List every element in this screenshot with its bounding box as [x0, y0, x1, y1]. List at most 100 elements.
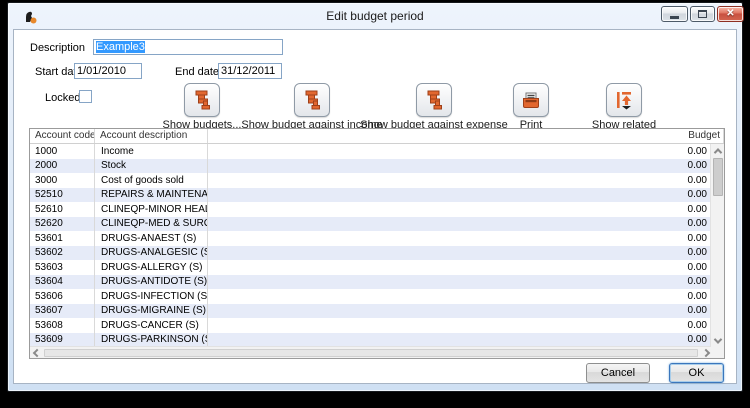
maximize-button[interactable]	[690, 6, 715, 22]
start-date-input[interactable]: 1/01/2010	[74, 63, 142, 79]
printer-tray-icon	[523, 92, 539, 108]
account-code-cell: 53607	[30, 303, 95, 318]
locked-label: Locked	[45, 92, 81, 104]
column-header-account-description[interactable]: Account description	[95, 129, 208, 143]
table-row[interactable]: 52620 CLINEQP-MED & SURG INST 0.00	[30, 216, 710, 232]
chevron-right-icon	[701, 348, 710, 357]
filler-cell	[208, 260, 630, 275]
start-date-value: 1/01/2010	[77, 65, 126, 77]
table-row[interactable]: 3000 Cost of goods sold 0.00	[30, 173, 710, 188]
filler-cell	[208, 275, 630, 290]
filler-cell	[208, 304, 630, 319]
account-code-cell: 1000	[30, 144, 95, 159]
account-code-cell: 52610	[30, 202, 95, 217]
budget-cell: 0.00	[687, 218, 707, 230]
locked-checkbox[interactable]	[79, 90, 92, 103]
description-label: Description	[30, 42, 86, 54]
print-button[interactable]	[513, 83, 549, 117]
budget-cell: 0.00	[687, 305, 707, 317]
chevron-up-icon	[713, 147, 722, 157]
account-code-cell: 52620	[30, 216, 95, 231]
table-header[interactable]: Account code Account description Budget	[30, 129, 724, 144]
table-row[interactable]: 53604 DRUGS-ANTIDOTE (S) 0.00	[30, 274, 710, 290]
show-budgets-button[interactable]	[184, 83, 220, 117]
account-code-cell: 53606	[30, 289, 95, 304]
budget-pipe-icon	[427, 90, 442, 110]
table-row[interactable]: 53609 DRUGS-PARKINSON (S) 0.00	[30, 332, 710, 348]
budget-pipe-icon	[305, 90, 320, 110]
account-description-cell: DRUGS-ANALGESIC (S)	[95, 245, 208, 260]
account-description-cell: CLINEQP-MED & SURG INST	[95, 216, 208, 231]
column-header-budget[interactable]: Budget	[644, 129, 724, 143]
budget-cell: 0.00	[687, 261, 707, 273]
description-selected-text: Example3	[96, 41, 145, 53]
account-description-cell: DRUGS-PARKINSON (S)	[95, 332, 208, 347]
filler-cell	[208, 333, 630, 348]
show-related-button[interactable]	[606, 83, 642, 117]
table-row[interactable]: 2000 Stock 0.00	[30, 158, 710, 174]
account-code-cell: 53603	[30, 260, 95, 275]
table-row[interactable]: 52510 REPAIRS & MAINTENANCE-E 0.00	[30, 187, 710, 203]
filler-cell	[208, 231, 630, 246]
table-row[interactable]: 1000 Income 0.00	[30, 144, 710, 159]
filler-cell	[208, 289, 630, 304]
end-date-input[interactable]: 31/12/2011	[218, 63, 282, 79]
cancel-button[interactable]: Cancel	[586, 363, 650, 383]
horizontal-scrollbar-thumb[interactable]	[44, 349, 698, 357]
dialog-window: Edit budget period ✕ Description Example…	[7, 2, 744, 392]
filler-cell	[208, 159, 630, 174]
description-input[interactable]: Example3	[93, 39, 283, 55]
budget-cell: 0.00	[687, 276, 707, 288]
filler-cell	[208, 173, 630, 188]
table-row[interactable]: 53603 DRUGS-ALLERGY (S) 0.00	[30, 260, 710, 275]
account-code-cell: 53604	[30, 274, 95, 289]
budget-cell: 0.00	[687, 290, 707, 302]
account-description-cell: DRUGS-CANCER (S)	[95, 318, 208, 333]
table-row[interactable]: 53607 DRUGS-MIGRAINE (S) 0.00	[30, 303, 710, 319]
show-budget-expense-button[interactable]	[416, 83, 452, 117]
account-description-cell: DRUGS-ANAEST (S)	[95, 231, 208, 246]
table-row[interactable]: 52610 CLINEQP-MINOR HEALTH T 0.00	[30, 202, 710, 217]
vertical-scrollbar[interactable]	[710, 144, 724, 347]
account-code-cell: 52510	[30, 187, 95, 202]
table-row[interactable]: 53608 DRUGS-CANCER (S) 0.00	[30, 318, 710, 333]
close-button[interactable]: ✕	[717, 6, 744, 22]
filler-cell	[208, 188, 630, 203]
filler-cell	[208, 217, 630, 232]
filler-cell	[208, 144, 630, 159]
column-header-account-code[interactable]: Account code	[30, 129, 95, 143]
window-title: Edit budget period	[326, 9, 424, 23]
budget-cell: 0.00	[687, 247, 707, 259]
account-description-cell: DRUGS-INFECTION (S)	[95, 289, 208, 304]
budget-cell: 0.00	[687, 319, 707, 331]
dialog-content: Description Example3 Start date 1/01/201…	[13, 29, 737, 384]
budget-cell: 0.00	[687, 145, 707, 157]
chevron-left-icon	[32, 348, 41, 357]
account-description-cell: DRUGS-ALLERGY (S)	[95, 260, 208, 275]
end-date-label: End date	[175, 66, 220, 78]
scroll-left-button[interactable]	[30, 347, 43, 358]
account-description-cell: Income	[95, 144, 208, 159]
minimize-button[interactable]	[661, 6, 688, 22]
account-code-cell: 2000	[30, 158, 95, 173]
budget-cell: 0.00	[687, 334, 707, 346]
account-description-cell: Stock	[95, 158, 208, 173]
account-description-cell: DRUGS-ANTIDOTE (S)	[95, 274, 208, 289]
account-description-cell: REPAIRS & MAINTENANCE-E	[95, 187, 208, 202]
scroll-up-button[interactable]	[711, 144, 724, 157]
table-row[interactable]: 53606 DRUGS-INFECTION (S) 0.00	[30, 289, 710, 304]
maximize-icon	[698, 10, 707, 18]
scrollbar-corner	[711, 346, 724, 358]
filler-cell	[208, 202, 630, 217]
vertical-scrollbar-thumb[interactable]	[713, 158, 723, 196]
horizontal-scrollbar[interactable]	[30, 346, 712, 358]
show-related-icon	[617, 92, 631, 110]
table-row[interactable]: 53602 DRUGS-ANALGESIC (S) 0.00	[30, 245, 710, 260]
show-budget-income-button[interactable]	[294, 83, 330, 117]
show-related-group: Show related	[549, 83, 699, 131]
account-code-cell: 3000	[30, 173, 95, 188]
close-icon: ✕	[726, 8, 735, 19]
titlebar[interactable]: Edit budget period ✕	[8, 3, 744, 29]
ok-button[interactable]: OK	[669, 363, 724, 383]
table-row[interactable]: 53601 DRUGS-ANAEST (S) 0.00	[30, 231, 710, 246]
